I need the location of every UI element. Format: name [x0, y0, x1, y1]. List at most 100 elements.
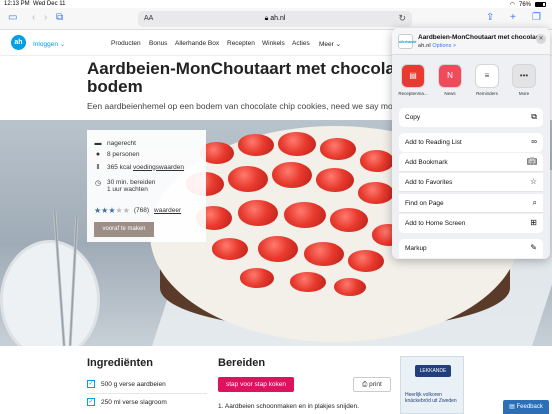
- share-app-2[interactable]: ≡ Reminders: [470, 64, 504, 96]
- persons-row: ● 8 personen: [94, 151, 140, 158]
- star-icon: ☆: [529, 177, 537, 186]
- star-icon[interactable]: ★: [116, 206, 123, 215]
- news-icon[interactable]: N: [438, 64, 462, 88]
- share-action-label: Markup: [405, 245, 427, 252]
- kcal-row: Ⅱ 365 kcal voedingswaarden: [94, 163, 184, 172]
- print-button[interactable]: ⎙ print: [353, 377, 391, 392]
- forward-icon[interactable]: ›: [44, 12, 47, 24]
- tabs-icon[interactable]: ❐: [532, 12, 541, 24]
- nutrition-link[interactable]: voedingswaarden: [133, 164, 184, 171]
- clock-icon: ◷: [94, 180, 102, 187]
- ingredient-item[interactable]: ✓ 500 g verse aardbeien: [87, 380, 166, 388]
- time-prep: 30 min. bereiden: [107, 179, 156, 186]
- sidebar-icon[interactable]: ▭: [8, 12, 17, 24]
- share-action-label: Add Bookmark: [405, 159, 448, 166]
- share-app-label: Reminders: [476, 91, 498, 96]
- share-action-find-on-page[interactable]: Find on Page ⌕: [399, 194, 543, 213]
- checkbox-icon[interactable]: ✓: [87, 398, 95, 406]
- share-app-label: More: [518, 91, 530, 96]
- search-icon: ⌕: [532, 198, 537, 207]
- share-app-0[interactable]: ▤ Receptenma...: [396, 64, 430, 96]
- advertisement[interactable]: LEKKANDE Heerlijk volkoren knäckebröd ui…: [400, 356, 464, 414]
- course-row: ▬ nagerecht: [94, 140, 136, 147]
- share-icon[interactable]: ⇪: [486, 12, 494, 24]
- ingredient-text: 500 g verse aardbeien: [101, 380, 166, 388]
- share-action-markup[interactable]: Markup ✎: [399, 239, 543, 258]
- nav-bonus[interactable]: Bonus: [149, 40, 167, 47]
- strawberry-slice: [258, 236, 298, 262]
- status-date: Wed Dec 11: [33, 1, 66, 7]
- title-line-2: bodem: [87, 77, 143, 96]
- battery-percent: 76%: [518, 1, 531, 8]
- ingredient-item[interactable]: ✓ 250 ml verse slagroom: [87, 398, 167, 406]
- feedback-label: Feedback: [516, 404, 543, 410]
- feedback-button[interactable]: ▤ Feedback: [503, 400, 549, 414]
- share-app-3[interactable]: ••• More: [507, 64, 541, 96]
- share-app-label: Receptenma...: [398, 91, 428, 96]
- share-action-copy[interactable]: Copy ⧉: [399, 108, 543, 127]
- new-tab-icon[interactable]: +: [510, 12, 516, 24]
- recipe-info-card: ▬ nagerecht ● 8 personen Ⅱ 365 kcal voeding…: [87, 130, 206, 242]
- strawberry-slice: [228, 166, 268, 192]
- status-time-date: 12:13 PM Wed Dec 11: [4, 1, 66, 7]
- share-action-add-to-home-screen[interactable]: Add to Home Screen ⊞: [399, 214, 543, 233]
- strawberry-slice: [284, 202, 326, 228]
- book-icon: 📖︎: [526, 157, 537, 166]
- close-icon[interactable]: ✕: [536, 34, 546, 44]
- print-label: print: [369, 381, 382, 388]
- reminders-icon[interactable]: ≡: [475, 64, 499, 88]
- print-icon: ⎙: [362, 381, 368, 388]
- back-icon[interactable]: ‹: [32, 12, 35, 24]
- reader-book-icon[interactable]: ⧉: [56, 12, 63, 24]
- share-action-label: Copy: [405, 114, 421, 121]
- strawberry-slice: [238, 134, 274, 156]
- nav-producten[interactable]: Producten: [111, 40, 141, 47]
- step-text: 1. Aardbeien schoonmaken en in plakjes s…: [218, 403, 359, 410]
- share-options-link[interactable]: Options >: [432, 43, 456, 49]
- time-wait: 1 uur wachten: [107, 186, 148, 193]
- share-action-add-bookmark[interactable]: Add Bookmark 📖︎: [399, 153, 543, 172]
- more-icon[interactable]: •••: [512, 64, 536, 88]
- strawberry-slice: [278, 132, 316, 156]
- persons-text: 8 personen: [107, 151, 140, 158]
- time-row: ◷ 30 min. bereiden 1 uur wachten: [94, 179, 155, 193]
- lock-icon: 🔒︎: [264, 15, 269, 22]
- strawberry-slice: [358, 182, 394, 204]
- nav-meer[interactable]: Meer ⌄: [319, 40, 341, 48]
- share-app-1[interactable]: N News: [433, 64, 467, 96]
- course-text: nagerecht: [107, 140, 136, 147]
- share-action-add-to-reading-list[interactable]: Add to Reading List ∞: [399, 133, 543, 152]
- strawberry-slice: [304, 242, 344, 266]
- ingredients-title: Ingrediënten: [87, 357, 154, 369]
- share-action-add-to-favorites[interactable]: Add to Favorites ☆: [399, 173, 543, 192]
- ad-text: Heerlijk volkoren knäckebröd uit Zweden: [405, 392, 457, 404]
- star-icon[interactable]: ★: [123, 206, 130, 215]
- step-by-step-button[interactable]: stap voor stap koken: [218, 377, 294, 392]
- strawberry-slice: [316, 168, 354, 192]
- nav-recepten[interactable]: Recepten: [227, 40, 255, 47]
- prep-ahead-badge[interactable]: vooraf te maken: [94, 222, 154, 237]
- glasses-icon: ∞: [531, 137, 537, 146]
- star-icon[interactable]: ★: [108, 206, 115, 215]
- rating-stars[interactable]: ★★★★★: [94, 206, 130, 215]
- checkbox-icon[interactable]: ✓: [87, 380, 95, 388]
- address-bar[interactable]: AA 🔒︎ ah.nl ↻: [138, 11, 412, 27]
- share-action-label: Add to Home Screen: [405, 220, 466, 227]
- recipe-app-icon[interactable]: ▤: [401, 64, 425, 88]
- nav-acties[interactable]: Acties: [292, 40, 310, 47]
- wifi-icon: ◠: [509, 2, 515, 8]
- strawberry-slice: [212, 238, 248, 260]
- login-link[interactable]: Inloggen ⌄: [33, 40, 65, 48]
- rating[interactable]: ★★★★★ (768) waardeer: [94, 206, 181, 215]
- nav-winkels[interactable]: Winkels: [262, 40, 285, 47]
- title-line-1: Aardbeien-MonChoutaart met chocolade: [87, 59, 415, 78]
- strawberry-slice: [360, 150, 394, 172]
- strawberry-slice: [334, 278, 366, 296]
- share-action-label: Find on Page: [405, 200, 444, 207]
- nav-allerhande-box[interactable]: Allerhande Box: [175, 40, 219, 47]
- ad-brand-logo: LEKKANDE: [415, 365, 451, 377]
- ah-logo[interactable]: ah: [11, 35, 26, 50]
- copy-icon: ⧉: [531, 112, 537, 121]
- reload-icon[interactable]: ↻: [398, 13, 406, 24]
- rate-link[interactable]: waardeer: [154, 207, 181, 214]
